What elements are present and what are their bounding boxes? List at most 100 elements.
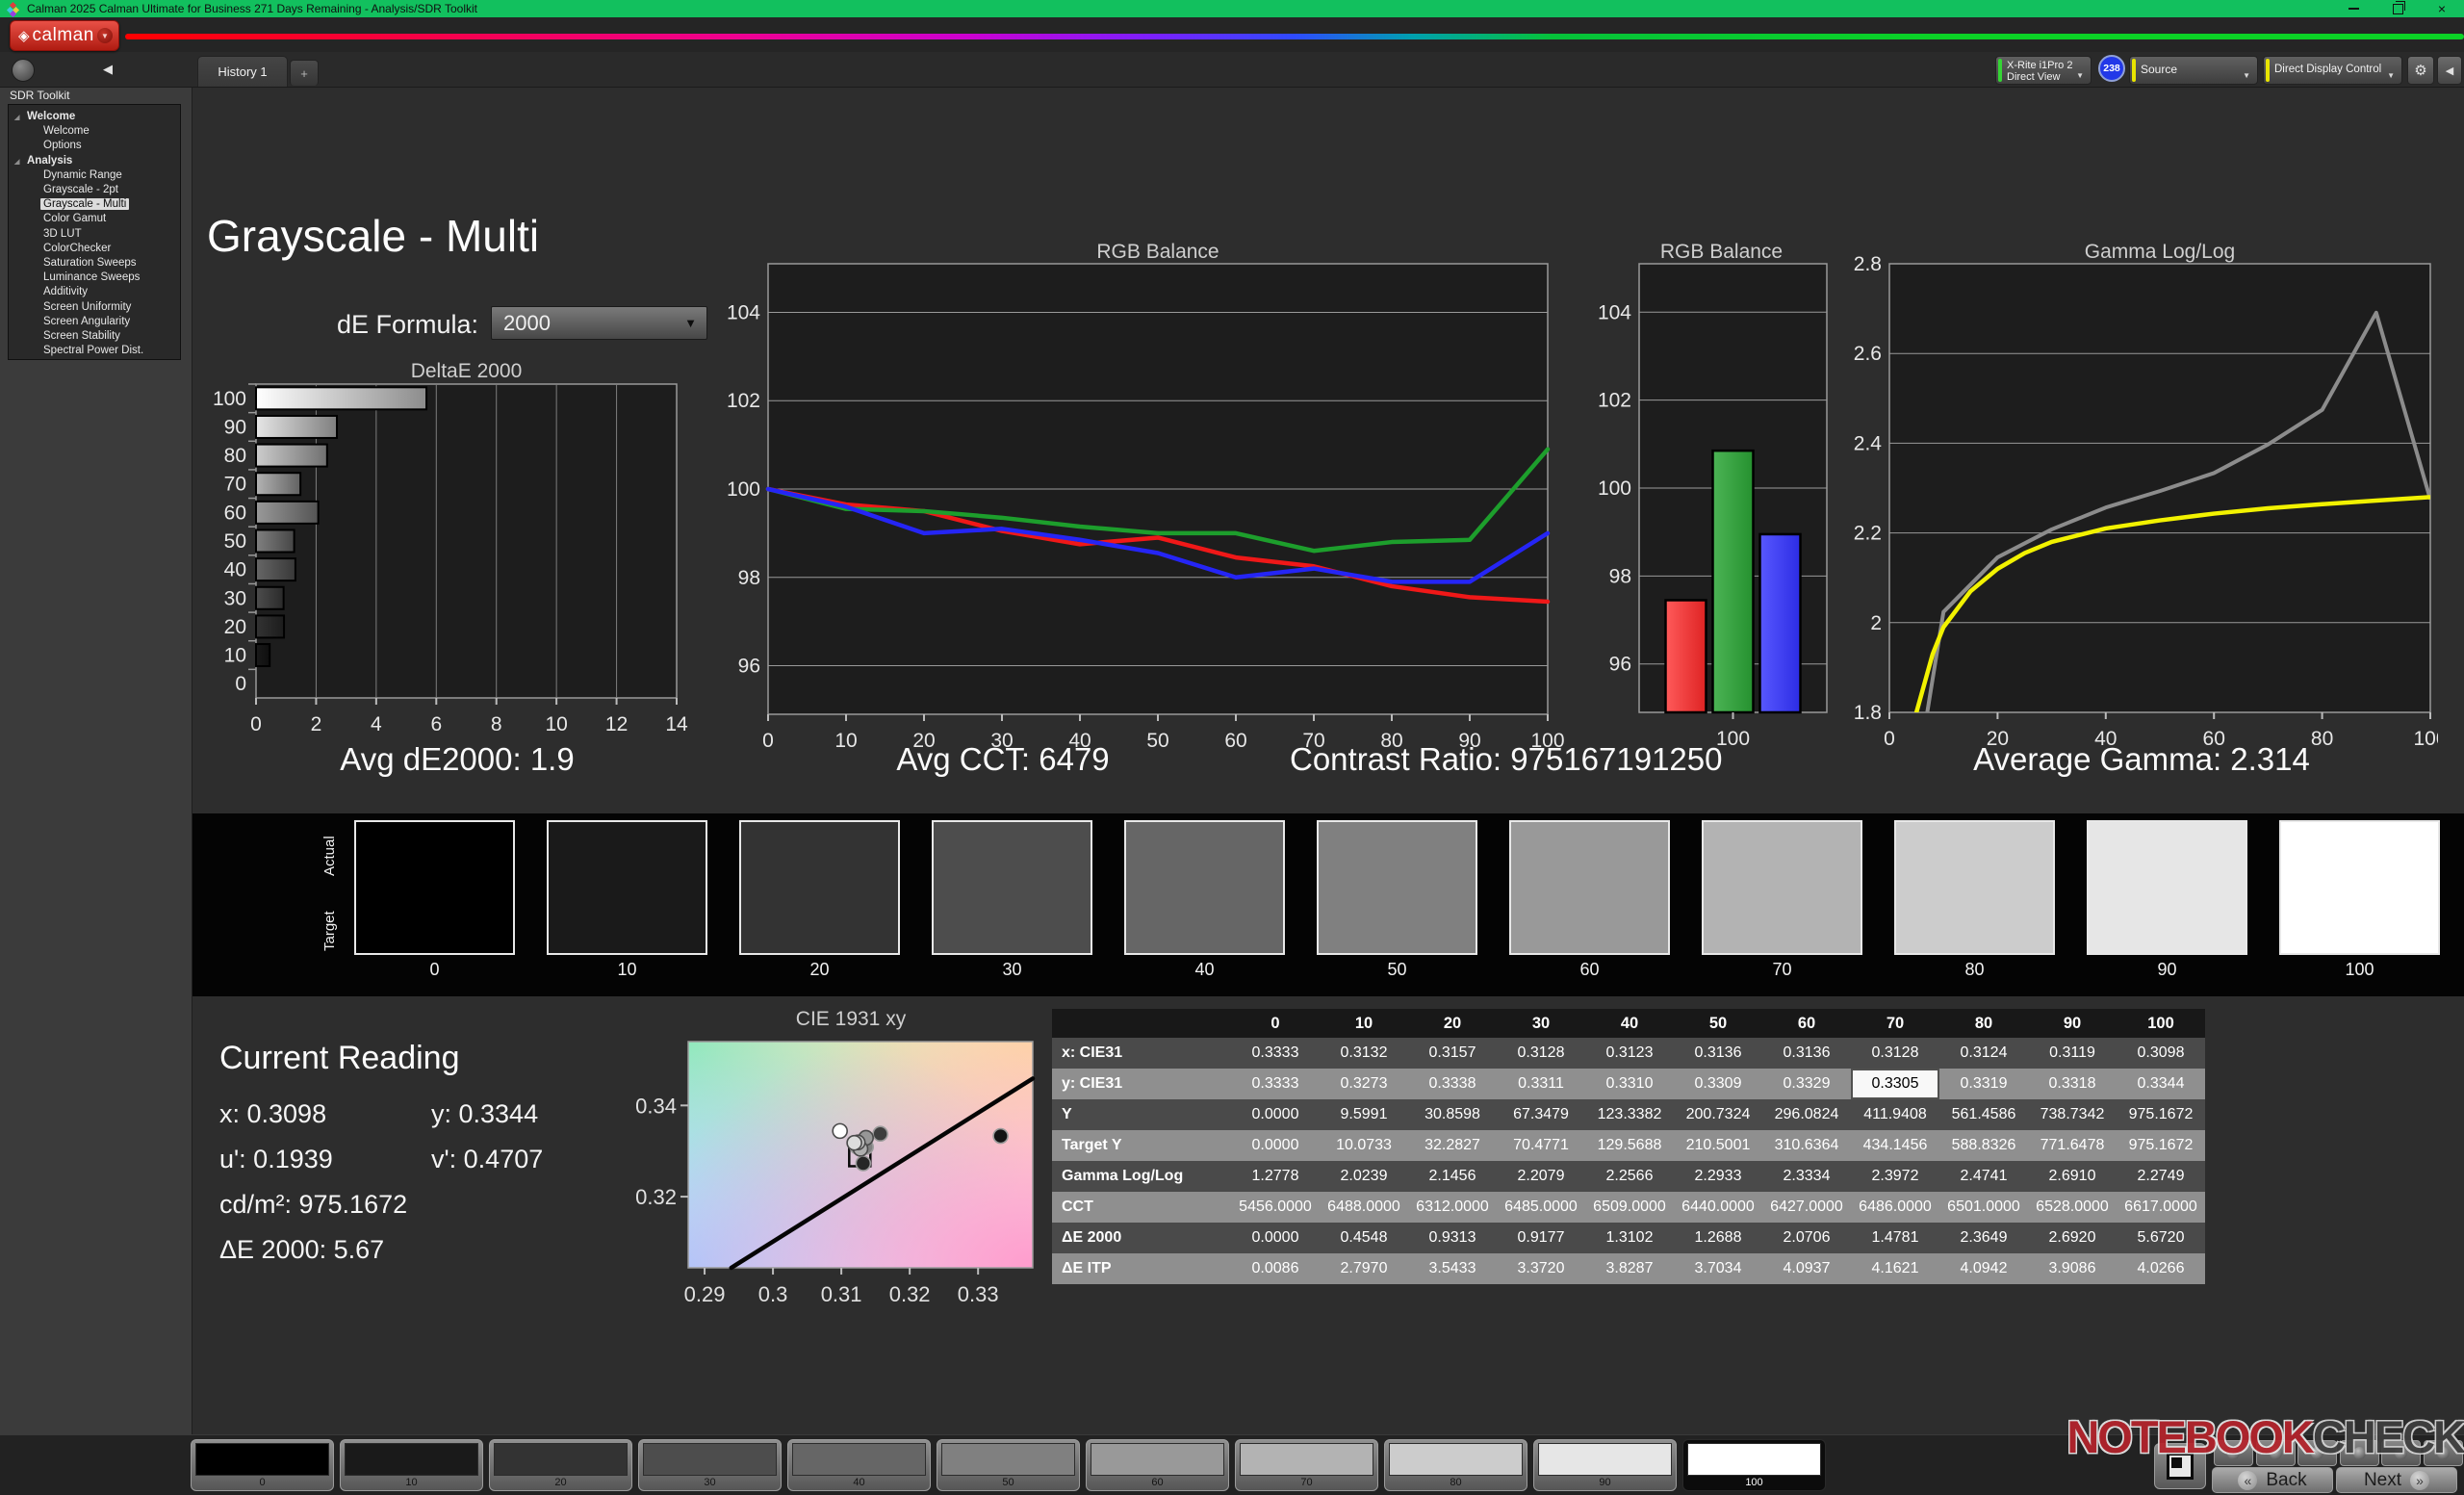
footer-pattern-button-10[interactable]: 10 [340,1439,483,1491]
footer-pattern-button-90[interactable]: 90 [1533,1439,1677,1491]
svg-text:104: 104 [727,301,760,323]
tool-button-icon [2227,1447,2240,1459]
footer-pattern-button-80[interactable]: 80 [1384,1439,1527,1491]
table-cell-selected[interactable]: 0.3305 [1851,1069,1939,1099]
table-cell: 561.4586 [1939,1099,2028,1130]
svg-text:40: 40 [224,559,246,581]
pattern-button-label: 30 [643,1476,777,1489]
pattern-button-label: 80 [1389,1476,1523,1489]
sidebar-item-screen-uniformity[interactable]: Screen Uniformity [9,300,180,315]
sidebar-item-3d-lut[interactable]: 3D LUT [9,227,180,242]
footer-pattern-button-50[interactable]: 50 [937,1439,1080,1491]
tree-expander-icon[interactable]: ◢ [14,155,19,169]
chevron-down-icon: ▼ [2243,71,2250,80]
sidebar-item-screen-angularity[interactable]: Screen Angularity [9,315,180,329]
calman-logo-text: calman [33,25,94,46]
footer-pattern-button-70[interactable]: 70 [1235,1439,1378,1491]
table-cell: 0.3128 [1851,1038,1939,1069]
de-formula-dropdown[interactable]: 2000 ▼ [491,306,707,340]
meter-status-bar [1998,59,2002,82]
svg-text:102: 102 [1598,390,1631,412]
settings-button[interactable]: ⚙ [2407,56,2434,85]
restore-button[interactable] [2375,0,2420,17]
footer-pattern-button-30[interactable]: 30 [638,1439,782,1491]
svg-text:DeltaE 2000: DeltaE 2000 [411,360,523,382]
table-cell: 0.3273 [1320,1069,1408,1099]
footer-tool-button-3[interactable] [2297,1440,2337,1466]
table-col-header-30: 30 [1497,1009,1585,1038]
table-row-label: y: CIE31 [1052,1069,1231,1099]
chevron-left-icon: ◀ [2446,64,2453,77]
svg-text:8: 8 [491,713,502,735]
sidebar-item-welcome[interactable]: ◢Welcome [9,110,180,124]
back-label: Back [2266,1470,2306,1491]
source-dropdown[interactable]: Source ▼ [2129,56,2258,85]
back-button[interactable]: « Back [2212,1467,2333,1493]
pattern-swatch-label: 40 [1122,960,1287,980]
display-control-dropdown[interactable]: Direct Display Control ▼ [2263,56,2402,85]
gear-icon: ⚙ [2414,62,2426,79]
meter-count-badge[interactable]: 238 [2098,55,2125,82]
table-cell: 5456.0000 [1231,1192,1320,1223]
table-cell: 0.3119 [2028,1038,2117,1069]
sidebar-item-dynamic-range[interactable]: Dynamic Range [9,168,180,183]
reading-u-prime: u': 0.1939 [219,1145,333,1174]
sidebar-item-analysis[interactable]: ◢Analysis [9,154,180,168]
session-indicator-button[interactable] [12,59,35,82]
svg-text:80: 80 [224,445,246,467]
svg-text:90: 90 [224,416,246,438]
pattern-button-label: 100 [1687,1476,1821,1489]
sidebar-item-additivity[interactable]: Additivity [9,285,180,299]
current-reading-title: Current Reading [219,1040,459,1077]
window-titlebar: Calman 2025 Calman Ultimate for Business… [0,0,2464,17]
table-cell: 2.2933 [1674,1161,1762,1192]
footer-tool-button-6[interactable] [2424,1440,2463,1466]
app-icon [8,3,19,14]
table-cell: 30.8598 [1408,1099,1497,1130]
footer-pattern-button-40[interactable]: 40 [787,1439,931,1491]
close-button[interactable]: × [2420,0,2464,17]
sidebar-item-saturation-sweeps[interactable]: Saturation Sweeps [9,256,180,271]
sidebar-item-colorchecker[interactable]: ColorChecker [9,242,180,256]
calman-menu-button[interactable]: ◈ calman ▼ [10,20,119,51]
sidebar-item-luminance-sweeps[interactable]: Luminance Sweeps [9,271,180,285]
sidebar-item-options[interactable]: Options [9,139,180,153]
next-button[interactable]: Next » [2336,1467,2457,1493]
table-col-header-40: 40 [1585,1009,1674,1038]
sidebar-item-spectral-power-dist-[interactable]: Spectral Power Dist. [9,344,180,358]
table-cell: 5.6720 [2117,1223,2205,1253]
sidebar-item-welcome[interactable]: Welcome [9,124,180,139]
footer-pattern-button-100[interactable]: 100 [1682,1439,1826,1491]
minimize-button[interactable] [2331,0,2375,17]
footer-tool-button-5[interactable] [2381,1440,2421,1466]
minimize-icon [2348,8,2359,10]
footer-pattern-button-20[interactable]: 20 [489,1439,632,1491]
sidebar-item-screen-stability[interactable]: Screen Stability [9,329,180,344]
table-cell: 6312.0000 [1408,1192,1497,1223]
sidebar-item-grayscale-2pt[interactable]: Grayscale - 2pt [9,183,180,197]
svg-text:98: 98 [738,567,760,589]
table-col-header-0: 0 [1231,1009,1320,1038]
footer-pattern-button-0[interactable]: 0 [191,1439,334,1491]
pattern-window-button[interactable] [2154,1443,2206,1489]
pattern-button-swatch [792,1443,926,1476]
sidebar-item-color-gamut[interactable]: Color Gamut [9,212,180,226]
footer-tool-button-2[interactable] [2256,1440,2296,1466]
footer-tool-button-1[interactable] [2214,1440,2253,1466]
footer-tool-button-4[interactable] [2340,1440,2379,1466]
tree-expander-icon[interactable]: ◢ [14,111,19,125]
meter-dropdown[interactable]: X-Rite i1Pro 2Direct View ▼ [1995,56,2092,85]
pattern-swatch-30 [932,820,1092,955]
footer-pattern-button-60[interactable]: 60 [1086,1439,1229,1491]
svg-text:100: 100 [727,478,760,501]
svg-text:10: 10 [545,713,567,735]
table-row-label: Y [1052,1099,1231,1130]
collapse-right-button[interactable]: ◀ [2437,56,2462,85]
table-cell: 2.2079 [1497,1161,1585,1192]
pattern-swatch-60 [1509,820,1670,955]
table-row-label: ΔE 2000 [1052,1223,1231,1253]
add-tab-button[interactable]: + [290,60,319,86]
collapse-left-icon[interactable]: ◀ [96,58,119,81]
sidebar-item-grayscale-multi[interactable]: Grayscale - Multi [9,197,180,212]
tab-history-1[interactable]: History 1 [197,56,288,87]
